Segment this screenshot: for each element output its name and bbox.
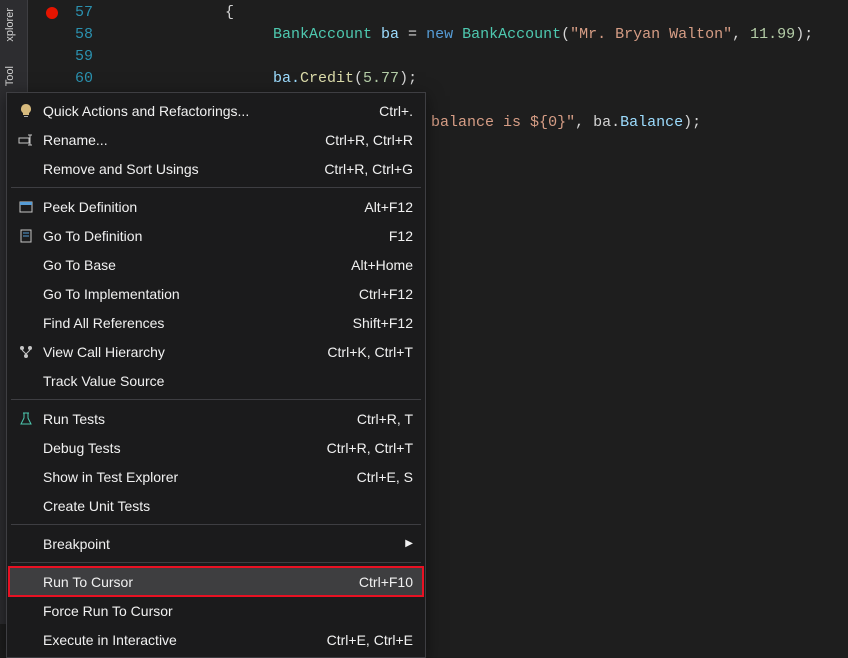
code-editor[interactable]: 57 58 59 60 { BankAccount ba = new BankA… — [28, 0, 848, 90]
menu-force-run-to-cursor[interactable]: Force Run To Cursor — [9, 596, 423, 625]
breakpoint-icon[interactable] — [46, 7, 58, 19]
menu-remove-sort-usings[interactable]: Remove and Sort Usings Ctrl+R, Ctrl+G — [9, 154, 423, 183]
context-menu: Quick Actions and Refactorings... Ctrl+.… — [6, 92, 426, 658]
goto-def-icon — [15, 228, 37, 244]
code-area[interactable]: { BankAccount ba = new BankAccount("Mr. … — [113, 0, 813, 90]
menu-rename[interactable]: Rename... Ctrl+R, Ctrl+R — [9, 125, 423, 154]
menu-debug-tests[interactable]: Debug Tests Ctrl+R, Ctrl+T — [9, 433, 423, 462]
line-number: 58 — [28, 24, 113, 46]
menu-show-in-test-explorer[interactable]: Show in Test Explorer Ctrl+E, S — [9, 462, 423, 491]
menu-goto-implementation[interactable]: Go To Implementation Ctrl+F12 — [9, 279, 423, 308]
menu-view-call-hierarchy[interactable]: View Call Hierarchy Ctrl+K, Ctrl+T — [9, 337, 423, 366]
line-number: 57 — [28, 2, 113, 24]
toolbox-tab[interactable]: Tool — [0, 58, 20, 94]
menu-goto-definition[interactable]: Go To Definition F12 — [9, 221, 423, 250]
explorer-tab[interactable]: xplorer — [0, 0, 20, 50]
rename-icon — [15, 132, 37, 148]
menu-create-unit-tests[interactable]: Create Unit Tests — [9, 491, 423, 520]
flask-icon — [15, 411, 37, 427]
line-number: 60 — [28, 68, 113, 90]
menu-peek-definition[interactable]: Peek Definition Alt+F12 — [9, 192, 423, 221]
menu-find-all-references[interactable]: Find All References Shift+F12 — [9, 308, 423, 337]
peek-icon — [15, 199, 37, 215]
menu-run-to-cursor[interactable]: Run To Cursor Ctrl+F10 — [9, 567, 423, 596]
gutter: 57 58 59 60 — [28, 0, 113, 90]
hierarchy-icon — [15, 344, 37, 360]
menu-separator — [11, 524, 421, 525]
line-number: 59 — [28, 46, 113, 68]
menu-separator — [11, 562, 421, 563]
menu-goto-base[interactable]: Go To Base Alt+Home — [9, 250, 423, 279]
menu-breakpoint[interactable]: Breakpoint ▶ — [9, 529, 423, 558]
menu-separator — [11, 187, 421, 188]
menu-track-value-source[interactable]: Track Value Source — [9, 366, 423, 395]
submenu-arrow-icon: ▶ — [405, 538, 413, 549]
menu-execute-in-interactive[interactable]: Execute in Interactive Ctrl+E, Ctrl+E — [9, 625, 423, 654]
menu-quick-actions[interactable]: Quick Actions and Refactorings... Ctrl+. — [9, 96, 423, 125]
menu-run-tests[interactable]: Run Tests Ctrl+R, T — [9, 404, 423, 433]
menu-separator — [11, 399, 421, 400]
lightbulb-icon — [15, 103, 37, 119]
